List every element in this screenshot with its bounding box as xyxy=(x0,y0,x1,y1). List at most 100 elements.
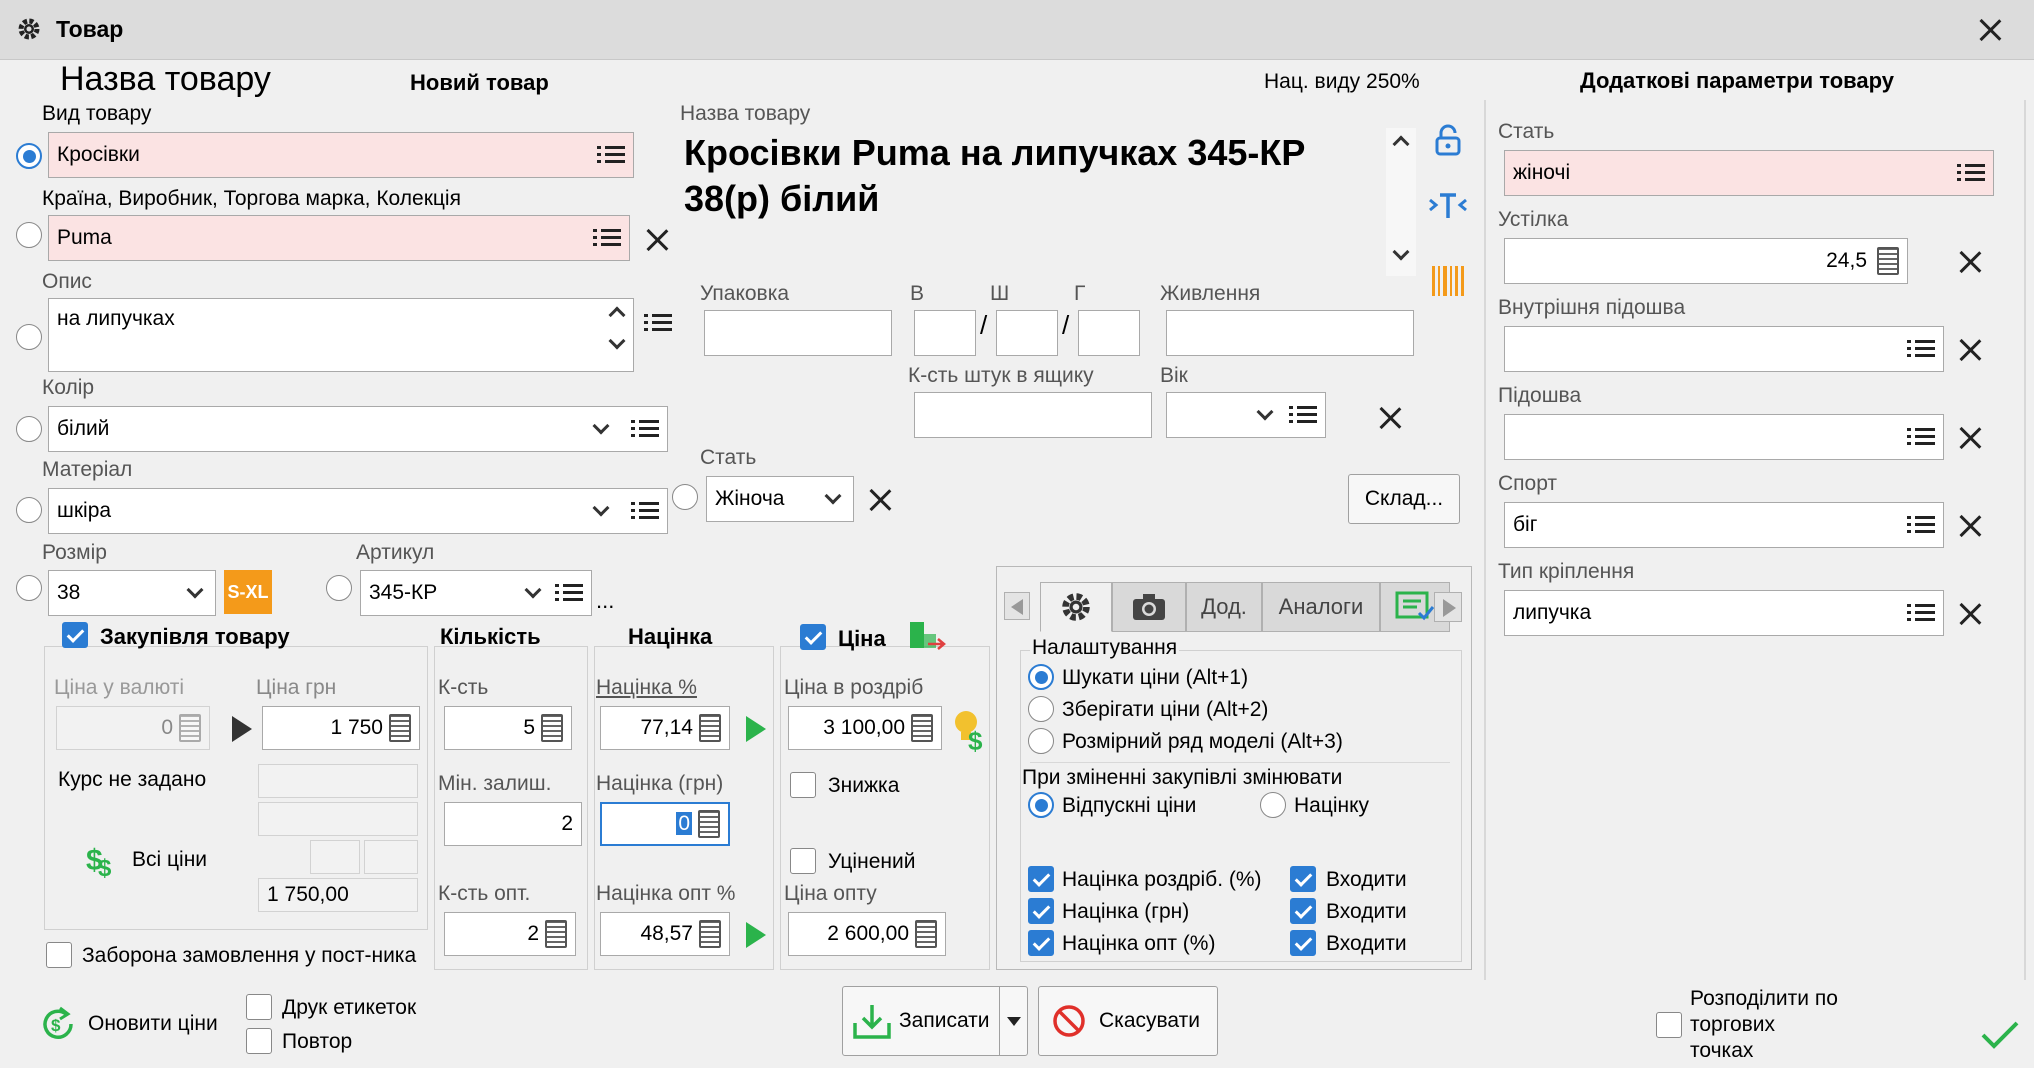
opt-markup-checkbox[interactable] xyxy=(1028,930,1054,956)
refresh-prices-icon[interactable]: $ xyxy=(38,1004,78,1044)
article-more-button[interactable]: ... xyxy=(596,588,614,614)
calculator-icon[interactable] xyxy=(911,714,933,742)
search-prices-radio[interactable] xyxy=(1028,664,1054,690)
chevron-down-icon[interactable] xyxy=(824,487,842,505)
markup-uah-field[interactable]: 0 xyxy=(600,802,730,846)
size-radio[interactable] xyxy=(16,575,42,601)
box-qty-field[interactable] xyxy=(914,392,1152,438)
calculator-icon[interactable] xyxy=(699,920,721,948)
include-1-checkbox[interactable] xyxy=(1290,866,1316,892)
sole-field[interactable] xyxy=(1504,414,1944,460)
lock-open-icon[interactable] xyxy=(1434,124,1462,156)
price-change-icon[interactable] xyxy=(908,618,948,654)
calculator-icon[interactable] xyxy=(389,714,411,742)
clear-brand-icon[interactable] xyxy=(645,228,669,252)
clear-gender-icon[interactable] xyxy=(868,488,892,512)
size-grid-button[interactable]: S-XL xyxy=(224,570,272,614)
list-icon[interactable] xyxy=(555,582,583,604)
tab-settings[interactable] xyxy=(1040,582,1112,632)
all-prices-link[interactable]: Всі ціни xyxy=(132,848,207,872)
width-field[interactable] xyxy=(996,310,1058,356)
save-button[interactable]: Записати xyxy=(842,986,1028,1056)
tab-analogs[interactable]: Аналоги xyxy=(1262,582,1380,632)
size-range-radio[interactable] xyxy=(1028,728,1054,754)
chevron-down-icon[interactable] xyxy=(592,499,610,517)
description-radio[interactable] xyxy=(16,324,42,350)
power-field[interactable] xyxy=(1166,310,1414,356)
list-icon[interactable] xyxy=(1289,404,1317,426)
age-field[interactable] xyxy=(1166,392,1326,438)
size-field[interactable]: 38 xyxy=(48,570,216,616)
warehouse-button[interactable]: Склад... xyxy=(1348,474,1460,524)
purchase-checkbox[interactable] xyxy=(62,622,88,648)
uah-markup-checkbox[interactable] xyxy=(1028,898,1054,924)
markup-radio[interactable] xyxy=(1260,792,1286,818)
insole-field[interactable]: 24,5 xyxy=(1504,238,1908,284)
cancel-button[interactable]: Скасувати xyxy=(1038,986,1218,1056)
calculator-icon[interactable] xyxy=(1877,247,1899,275)
calculator-icon[interactable] xyxy=(915,920,937,948)
retail-price-field[interactable]: 3 100,00 xyxy=(788,706,942,750)
save-prices-radio[interactable] xyxy=(1028,696,1054,722)
fastening-field[interactable]: липучка xyxy=(1504,590,1944,636)
list-icon[interactable] xyxy=(1957,162,1985,184)
markup-pct-label[interactable]: Націнка % xyxy=(596,676,697,700)
apply-arrow-icon[interactable] xyxy=(746,922,766,948)
list-icon[interactable] xyxy=(644,312,672,334)
brand-field[interactable]: Puma xyxy=(48,215,630,261)
list-icon[interactable] xyxy=(1907,514,1935,536)
update-prices-link[interactable]: Оновити ціни xyxy=(88,1012,218,1036)
include-3-checkbox[interactable] xyxy=(1290,930,1316,956)
product-type-radio[interactable] xyxy=(16,143,42,169)
clear-sport-icon[interactable] xyxy=(1958,514,1982,538)
depth-field[interactable] xyxy=(1078,310,1140,356)
text-format-icon[interactable] xyxy=(1428,190,1468,220)
product-type-field[interactable]: Кросівки xyxy=(48,132,634,178)
price-checkbox[interactable] xyxy=(800,624,826,650)
brand-radio[interactable] xyxy=(16,222,42,248)
scroll-arrows-icon[interactable] xyxy=(605,306,626,367)
calculator-icon[interactable] xyxy=(545,920,567,948)
name-scrollbar[interactable] xyxy=(1386,128,1416,276)
min-stock-field[interactable]: 2 xyxy=(444,802,582,846)
barcode-icon[interactable] xyxy=(1432,266,1464,296)
markup-opt-field[interactable]: 48,57 xyxy=(600,912,730,956)
chevron-down-icon[interactable] xyxy=(186,581,204,599)
tab-additional[interactable]: Дод. xyxy=(1186,582,1262,632)
tabs-scroll-left[interactable] xyxy=(1004,592,1030,620)
material-radio[interactable] xyxy=(16,497,42,523)
description-field[interactable]: на липучках xyxy=(48,298,634,372)
clear-fastening-icon[interactable] xyxy=(1958,602,1982,626)
discounted-checkbox[interactable] xyxy=(790,848,816,874)
product-name-value[interactable]: Кросівки Puma на липучках 345-КР 38(р) б… xyxy=(684,130,1388,222)
article-radio[interactable] xyxy=(326,575,352,601)
play-arrow-icon[interactable] xyxy=(232,716,252,742)
clear-inner-sole-icon[interactable] xyxy=(1958,338,1982,362)
color-radio[interactable] xyxy=(16,416,42,442)
article-field[interactable]: 345-КР xyxy=(360,570,592,616)
chevron-down-icon[interactable] xyxy=(1256,403,1274,421)
include-2-checkbox[interactable] xyxy=(1290,898,1316,924)
apply-arrow-icon[interactable] xyxy=(746,716,766,742)
list-icon[interactable] xyxy=(597,144,625,166)
uah-price-field[interactable]: 1 750 xyxy=(262,706,420,750)
tabs-scroll-right[interactable] xyxy=(1434,592,1462,622)
repeat-checkbox[interactable] xyxy=(246,1028,272,1054)
wholesale-qty-field[interactable]: 2 xyxy=(444,912,576,956)
clear-insole-icon[interactable] xyxy=(1958,250,1982,274)
markup-pct-field[interactable]: 77,14 xyxy=(600,706,730,750)
calculator-icon[interactable] xyxy=(698,810,720,838)
discount-checkbox[interactable] xyxy=(790,772,816,798)
wholesale-price-field[interactable]: 2 600,00 xyxy=(788,912,946,956)
clear-sole-icon[interactable] xyxy=(1958,426,1982,450)
retail-markup-checkbox[interactable] xyxy=(1028,866,1054,892)
color-field[interactable]: білий xyxy=(48,406,668,452)
chevron-down-icon[interactable] xyxy=(524,581,542,599)
calculator-icon[interactable] xyxy=(699,714,721,742)
price-bulb-icon[interactable]: $ xyxy=(952,708,988,752)
clear-age-icon[interactable] xyxy=(1378,406,1402,430)
list-icon[interactable] xyxy=(593,227,621,249)
tab-photo[interactable] xyxy=(1112,582,1186,632)
right-gender-field[interactable]: жіночі xyxy=(1504,150,1994,196)
chevron-down-icon[interactable] xyxy=(592,417,610,435)
